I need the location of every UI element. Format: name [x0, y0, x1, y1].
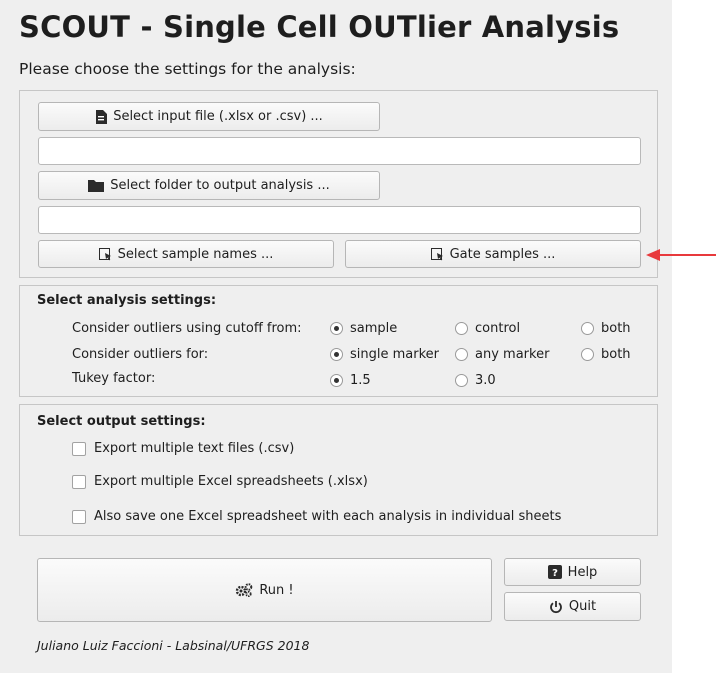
cutoff-control-radio[interactable]: control [455, 321, 520, 336]
export-xlsx-checkbox[interactable]: Export multiple Excel spreadsheets (.xls… [72, 474, 368, 489]
checkbox-label: Export multiple text files (.csv) [94, 441, 295, 456]
radio-indicator [455, 322, 468, 335]
gate-samples-label: Gate samples ... [449, 246, 556, 262]
radio-indicator [330, 322, 343, 335]
analysis-settings-group: Select analysis settings: Consider outli… [19, 285, 658, 397]
select-sample-names-button[interactable]: Select sample names ... [38, 240, 334, 268]
input-file-path-field[interactable] [38, 137, 641, 165]
radio-label: any marker [475, 347, 550, 362]
gate-samples-button[interactable]: Gate samples ... [345, 240, 641, 268]
run-label: Run ! [259, 582, 294, 598]
select-cursor-icon [98, 247, 112, 261]
cutoff-sample-radio[interactable]: sample [330, 321, 397, 336]
radio-indicator [455, 348, 468, 361]
select-cursor-icon [430, 247, 444, 261]
outliers-for-label: Consider outliers for: [72, 347, 209, 362]
document-icon [95, 109, 108, 124]
radio-indicator [581, 322, 594, 335]
left-arrow-icon [646, 249, 716, 261]
output-settings-heading: Select output settings: [37, 414, 206, 429]
output-folder-path-field[interactable] [38, 206, 641, 234]
select-input-file-button[interactable]: Select input file (.xlsx or .csv) ... [38, 102, 380, 131]
radio-label: both [601, 347, 631, 362]
checkbox-label: Also save one Excel spreadsheet with eac… [94, 509, 562, 524]
app-subtitle: Please choose the settings for the analy… [19, 60, 356, 78]
single-marker-radio[interactable]: single marker [330, 347, 439, 362]
output-settings-group: Select output settings: Export multiple … [19, 404, 658, 536]
help-button[interactable]: ? Help [504, 558, 641, 586]
checkbox-label: Export multiple Excel spreadsheets (.xls… [94, 474, 368, 489]
any-marker-radio[interactable]: any marker [455, 347, 549, 362]
folder-icon [88, 179, 105, 192]
help-label: Help [567, 564, 598, 580]
select-output-folder-label: Select folder to output analysis ... [110, 178, 330, 193]
file-selection-group: Select input file (.xlsx or .csv) ... Se… [19, 90, 658, 278]
export-csv-checkbox[interactable]: Export multiple text files (.csv) [72, 441, 294, 456]
checkbox-indicator [72, 509, 86, 524]
app-window: SCOUT - Single Cell OUTlier Analysis Ple… [0, 0, 672, 673]
tukey-1-5-radio[interactable]: 1.5 [330, 373, 371, 388]
radio-indicator [581, 348, 594, 361]
analysis-settings-heading: Select analysis settings: [37, 293, 217, 308]
select-input-file-label: Select input file (.xlsx or .csv) ... [113, 109, 323, 124]
radio-indicator [330, 348, 343, 361]
radio-label: both [601, 321, 631, 336]
credit-footer: Juliano Luiz Faccioni - Labsinal/UFRGS 2… [37, 638, 310, 653]
radio-label: control [475, 321, 521, 336]
gears-icon [235, 583, 253, 597]
marker-both-radio[interactable]: both [581, 347, 631, 362]
quit-label: Quit [568, 599, 597, 614]
radio-label: 1.5 [350, 373, 371, 388]
app-title: SCOUT - Single Cell OUTlier Analysis [19, 10, 620, 44]
tukey-factor-label: Tukey factor: [72, 371, 156, 386]
radio-label: 3.0 [475, 373, 496, 388]
single-spreadsheet-checkbox[interactable]: Also save one Excel spreadsheet with eac… [72, 509, 561, 524]
svg-text:?: ? [552, 568, 558, 579]
radio-label: sample [350, 321, 398, 336]
radio-label: single marker [350, 347, 440, 362]
select-output-folder-button[interactable]: Select folder to output analysis ... [38, 171, 380, 200]
checkbox-indicator [72, 474, 86, 489]
quit-button[interactable]: Quit [504, 592, 641, 621]
help-icon: ? [547, 565, 562, 579]
cutoff-source-label: Consider outliers using cutoff from: [72, 321, 302, 336]
checkbox-indicator [72, 441, 86, 456]
radio-indicator [330, 374, 343, 387]
run-button[interactable]: Run ! [37, 558, 492, 622]
select-sample-names-label: Select sample names ... [117, 246, 274, 262]
cutoff-both-radio[interactable]: both [581, 321, 631, 336]
radio-indicator [455, 374, 468, 387]
tukey-3-0-radio[interactable]: 3.0 [455, 373, 496, 388]
power-icon [549, 600, 563, 614]
